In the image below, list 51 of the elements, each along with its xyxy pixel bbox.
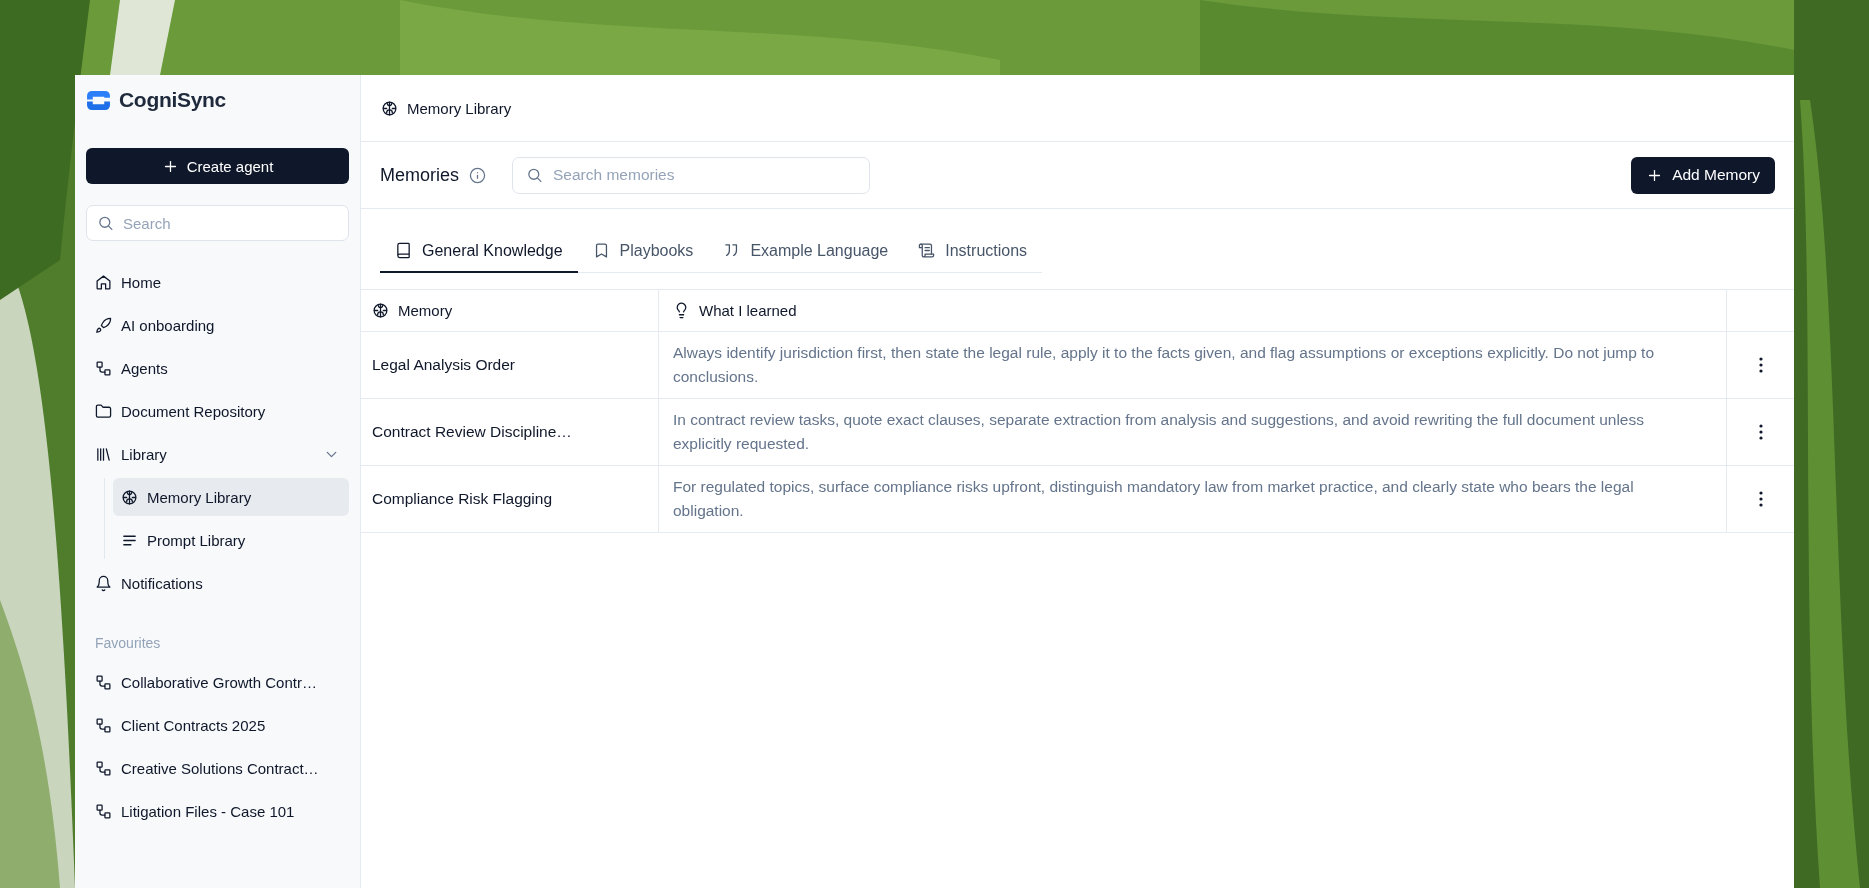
table-cell: Compliance Risk Flagging [361, 466, 659, 532]
connected-squares-icon [95, 359, 112, 377]
table-cell: Legal Analysis Order [361, 332, 659, 398]
more-icon [1758, 424, 1763, 440]
tab[interactable]: Instructions [903, 232, 1043, 273]
nav-item[interactable]: Library [86, 435, 349, 473]
create-agent-button[interactable]: Create agent [86, 148, 349, 184]
nav-item[interactable]: Notifications [86, 564, 349, 602]
section-label: Favourites [94, 634, 162, 653]
connected-squares-icon [95, 673, 112, 691]
book-icon [395, 242, 412, 259]
books-icon [95, 445, 112, 463]
nav-item[interactable]: AI onboarding [86, 306, 349, 344]
nav-item[interactable]: Agents [86, 349, 349, 387]
brand-name: CogniSync [119, 88, 226, 112]
column-header: Memory [361, 290, 659, 331]
connected-squares-icon [95, 802, 112, 820]
nav-item[interactable]: Prompt Library [113, 521, 349, 559]
brain-icon [121, 488, 138, 506]
add-memory-button[interactable]: Add Memory [1631, 156, 1775, 194]
favourite-item[interactable]: Litigation Files - Case 101 [86, 792, 349, 830]
connected-squares-icon [95, 759, 112, 777]
brain-icon [372, 302, 389, 319]
nav-item[interactable]: Document Repository [86, 392, 349, 430]
table-cell-text: For regulated topics, surface compliance risks upfront, distinguish mandatory law from market practice, and clearly state who bears the legal obligation. [673, 477, 1635, 521]
tab[interactable]: General Knowledge [380, 232, 578, 273]
table-cell-text: Always identify jurisdiction first, then state the legal rule, apply it to the facts given, and flag assumptions or exceptions explicitly. Do not jump to conclusions. [673, 343, 1655, 387]
search-field[interactable]: Search memories [512, 156, 870, 194]
tab[interactable]: Example Language [708, 232, 904, 273]
column-header: What I learned [659, 290, 1727, 331]
nav-item[interactable]: Home [86, 263, 349, 301]
connected-squares-icon [95, 716, 112, 734]
more-icon [1758, 491, 1763, 507]
tab[interactable]: Playbooks [577, 232, 709, 273]
folder-icon [95, 402, 112, 420]
info-icon [469, 166, 486, 184]
search-field[interactable]: Search [86, 205, 349, 241]
favourite-item[interactable]: Creative Solutions Contract… [86, 749, 349, 787]
nav-item[interactable]: Memory Library [113, 478, 349, 516]
more-icon [1758, 357, 1763, 373]
favourite-item[interactable]: Collaborative Growth Contr… [86, 663, 349, 701]
page-title: Memory Library [407, 99, 512, 117]
brain-icon [381, 99, 398, 117]
favourite-item[interactable]: Client Contracts 2025 [86, 706, 349, 744]
logo-icon [86, 89, 111, 111]
section-title: Memories [380, 164, 459, 186]
scroll-icon [918, 242, 936, 259]
house-icon [95, 273, 112, 291]
bell-icon [95, 574, 112, 592]
table-cell-text: In contract review tasks, quote exact clauses, separate extraction from analysis and suggestions, and avoid rewriting the full document unless explicitly requested. [673, 410, 1645, 454]
table-cell: Contract Review Discipline… [361, 399, 659, 465]
